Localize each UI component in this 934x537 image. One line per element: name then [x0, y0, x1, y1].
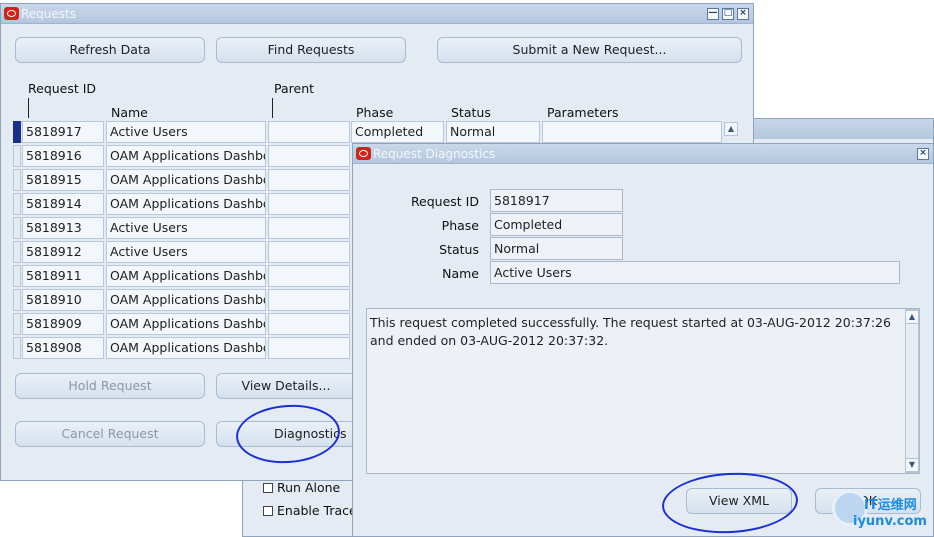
row-selector[interactable]	[13, 337, 21, 359]
cell-request-id[interactable]: 5818916	[22, 145, 104, 167]
checkbox-icon	[263, 506, 273, 516]
cell-name[interactable]: Active Users	[106, 241, 266, 263]
run-alone-label: Run Alone	[277, 480, 341, 495]
cell-request-id[interactable]: 5818915	[22, 169, 104, 191]
cell-request-id[interactable]: 5818908	[22, 337, 104, 359]
cell-phase[interactable]: Completed	[351, 121, 444, 143]
message-scrollbar[interactable]	[905, 309, 919, 473]
cell-request-id[interactable]: 5818911	[22, 265, 104, 287]
row-selector[interactable]	[13, 289, 21, 311]
oracle-logo-icon	[356, 147, 371, 160]
cell-parent[interactable]	[268, 217, 350, 239]
cell-name[interactable]: OAM Applications Dashboard	[106, 289, 266, 311]
view-details-button[interactable]: View Details...	[216, 373, 356, 399]
phase-field[interactable]: Completed	[490, 213, 623, 236]
row-selector[interactable]	[13, 169, 21, 191]
col-phase: Phase	[356, 105, 394, 120]
request-diagnostics-dialog: Request Diagnostics × Request ID 5818917…	[352, 143, 934, 537]
cell-parent[interactable]	[268, 193, 350, 215]
minimize-icon[interactable]: —	[707, 8, 719, 20]
cell-name[interactable]: OAM Applications Dashboard	[106, 313, 266, 335]
col-parameters: Parameters	[547, 105, 619, 120]
row-selector[interactable]	[13, 313, 21, 335]
cell-parent[interactable]	[268, 313, 350, 335]
status-field[interactable]: Normal	[490, 237, 623, 260]
oracle-logo-icon	[4, 7, 19, 20]
cell-status[interactable]: Normal	[446, 121, 540, 143]
cell-request-id[interactable]: 5818917	[22, 121, 104, 143]
cell-name[interactable]: OAM Applications Dashboard	[106, 193, 266, 215]
find-requests-button[interactable]: Find Requests	[216, 37, 406, 63]
row-selector[interactable]	[13, 217, 21, 239]
cell-request-id[interactable]: 5818912	[22, 241, 104, 263]
checkbox-icon	[263, 483, 273, 493]
close-icon[interactable]: ×	[737, 8, 749, 20]
col-divider	[28, 98, 29, 118]
request-id-label: Request ID	[410, 194, 479, 209]
cell-request-id[interactable]: 5818909	[22, 313, 104, 335]
row-selector[interactable]	[13, 193, 21, 215]
cell-name[interactable]: Active Users	[106, 121, 266, 143]
cell-name[interactable]: Active Users	[106, 217, 266, 239]
status-label: Status	[439, 242, 479, 257]
request-id-field[interactable]: 5818917	[490, 189, 623, 212]
row-selector[interactable]	[13, 145, 21, 167]
run-alone-checkbox[interactable]: Run Alone	[263, 480, 340, 495]
cell-parent[interactable]	[268, 265, 350, 287]
submit-request-button[interactable]: Submit a New Request...	[437, 37, 742, 63]
cell-request-id[interactable]: 5818913	[22, 217, 104, 239]
enable-trace-label: Enable Trace	[277, 503, 357, 518]
row-selector[interactable]	[13, 265, 21, 287]
row-selector[interactable]	[13, 241, 21, 263]
cell-parent[interactable]	[268, 289, 350, 311]
diagnostics-message: This request completed successfully. The…	[370, 315, 891, 348]
cell-parent[interactable]	[268, 337, 350, 359]
name-field[interactable]: Active Users	[490, 261, 900, 284]
col-name: Name	[111, 105, 148, 120]
cell-request-id[interactable]: 5818910	[22, 289, 104, 311]
dialog-title: Request Diagnostics	[373, 147, 496, 161]
col-request-id: Request ID	[28, 81, 97, 96]
refresh-data-button[interactable]: Refresh Data	[15, 37, 205, 63]
col-status: Status	[451, 105, 491, 120]
cell-request-id[interactable]: 5818914	[22, 193, 104, 215]
scroll-up-icon[interactable]: ▲	[724, 122, 738, 136]
scroll-down-icon[interactable]: ▼	[905, 458, 919, 472]
scroll-up-icon[interactable]: ▲	[905, 310, 919, 324]
cell-name[interactable]: OAM Applications Dashboard	[106, 265, 266, 287]
cell-parent[interactable]	[268, 145, 350, 167]
name-label: Name	[442, 266, 479, 281]
window-title: Requests	[21, 7, 76, 21]
col-parent: Parent	[274, 81, 315, 96]
watermark-cn: IT运维网	[864, 498, 917, 513]
cell-parent[interactable]	[268, 169, 350, 191]
enable-trace-checkbox[interactable]: Enable Trace	[263, 503, 357, 518]
close-icon[interactable]: ×	[917, 148, 929, 160]
diagnostics-titlebar[interactable]: Request Diagnostics ×	[353, 144, 933, 164]
cell-parameters[interactable]	[542, 121, 722, 143]
cell-parent[interactable]	[268, 241, 350, 263]
row-selector[interactable]	[13, 121, 21, 143]
phase-label: Phase	[441, 218, 479, 233]
cancel-request-button[interactable]: Cancel Request	[15, 421, 205, 447]
cell-parent[interactable]	[268, 121, 350, 143]
col-divider	[272, 98, 273, 118]
maximize-icon[interactable]: □	[722, 8, 734, 20]
cell-name[interactable]: OAM Applications Dashboard	[106, 169, 266, 191]
diagnostics-message-area[interactable]: This request completed successfully. The…	[366, 308, 920, 474]
cell-name[interactable]: OAM Applications Dashboard	[106, 145, 266, 167]
watermark-text: iyunv.com	[853, 514, 927, 529]
requests-titlebar[interactable]: Requests — □ ×	[1, 4, 753, 24]
cell-name[interactable]: OAM Applications Dashboard	[106, 337, 266, 359]
hold-request-button[interactable]: Hold Request	[15, 373, 205, 399]
